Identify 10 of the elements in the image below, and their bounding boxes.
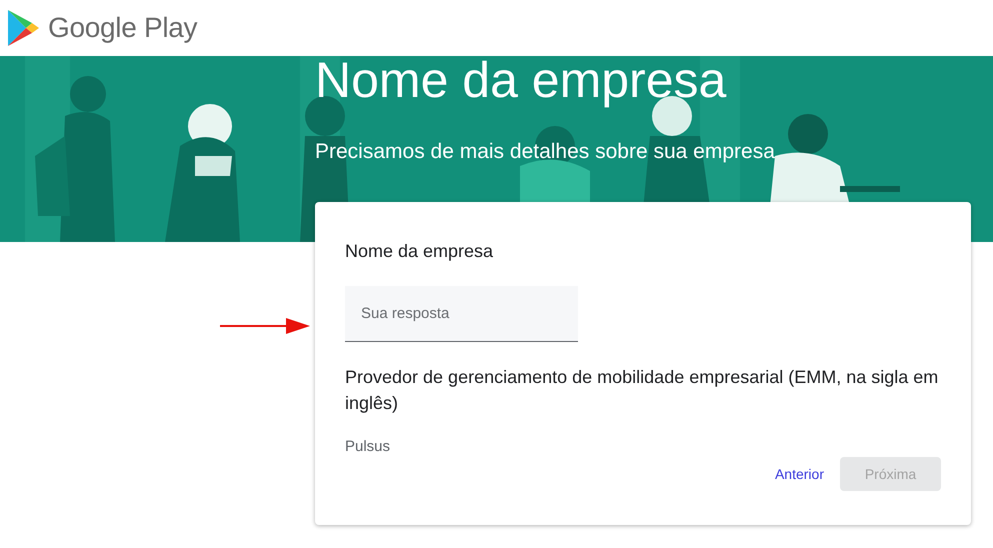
page-subtitle: Precisamos de mais detalhes sobre sua empresa (315, 140, 776, 164)
input-field[interactable]: Sua resposta (345, 286, 578, 342)
question-label: Nome da empresa (345, 240, 494, 263)
previous-link[interactable]: Anterior (766, 457, 832, 491)
question-label: Provedor de gerenciamento de mobilidade empresarial (EMM, na sigla em inglês) (345, 366, 940, 415)
page-title: Nome da empresa (315, 56, 728, 110)
play-triangle-icon (6, 8, 40, 48)
answer-text: Pulsus (345, 438, 392, 455)
logo-text: Google Play (48, 12, 198, 44)
arrow-icon (220, 316, 310, 336)
